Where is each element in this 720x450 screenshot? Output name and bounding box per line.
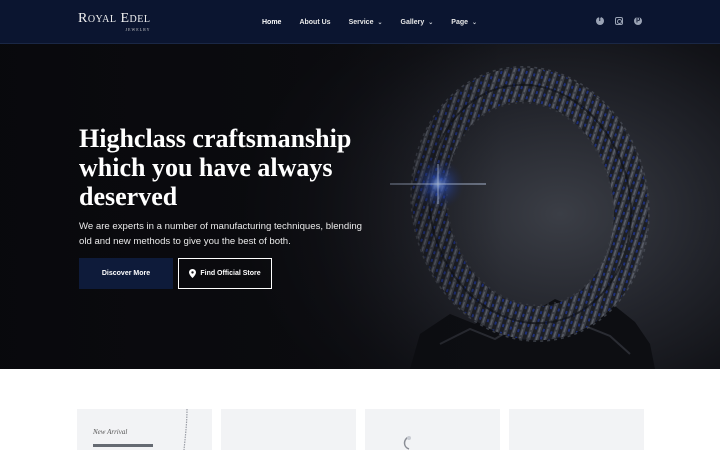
product-card[interactable]	[365, 409, 500, 450]
product-card[interactable]: New Arrival	[77, 409, 212, 450]
nav-item-about-us[interactable]: About Us	[299, 19, 330, 26]
find-official-store-button[interactable]: Find Official Store	[178, 258, 272, 289]
chevron-down-icon: ⌄	[428, 19, 434, 26]
chevron-down-icon: ⌄	[472, 19, 478, 26]
brand-logo[interactable]: Royal Edel JEWELRY	[78, 11, 151, 33]
instagram-icon[interactable]	[615, 17, 623, 25]
hero-title: Highclass craftsmanship which you have a…	[79, 124, 352, 211]
hero-section: Highclass craftsmanship which you have a…	[0, 44, 720, 369]
pinterest-icon[interactable]	[634, 16, 642, 25]
nav-item-page[interactable]: Page ⌄	[451, 19, 477, 26]
facebook-icon[interactable]	[596, 16, 604, 25]
nav-item-label: Page	[451, 18, 469, 26]
location-pin-icon	[189, 269, 197, 278]
nav-item-gallery[interactable]: Gallery ⌄	[401, 19, 434, 26]
top-navbar: Royal Edel JEWELRY Home About Us Service…	[0, 0, 720, 44]
social-links	[596, 16, 642, 25]
product-card[interactable]	[221, 409, 356, 450]
product-cards: New Arrival	[77, 409, 644, 450]
nav-item-label: Service	[348, 18, 374, 26]
product-card[interactable]	[509, 409, 644, 450]
card-tag: New Arrival	[93, 428, 128, 436]
card-title	[93, 444, 153, 447]
main-menu: Home About Us Service ⌄ Gallery ⌄ Page ⌄	[262, 0, 495, 44]
hero-description: We are experts in a number of manufactur…	[79, 221, 363, 247]
nav-item-label: Gallery	[400, 18, 425, 26]
discover-more-button[interactable]: Discover More	[79, 258, 173, 289]
button-label: Discover More	[101, 270, 151, 277]
nav-item-label: About Us	[299, 18, 331, 26]
earring-image	[403, 436, 411, 450]
nav-item-home[interactable]: Home	[262, 19, 281, 26]
brand-tagline: JEWELRY	[125, 27, 151, 32]
nav-item-service[interactable]: Service ⌄	[349, 19, 383, 26]
brand-name: Royal Edel	[78, 11, 151, 26]
necklace-image	[183, 409, 188, 450]
button-label: Find Official Store	[200, 270, 261, 277]
nav-item-label: Home	[262, 18, 282, 26]
chevron-down-icon: ⌄	[377, 19, 383, 26]
